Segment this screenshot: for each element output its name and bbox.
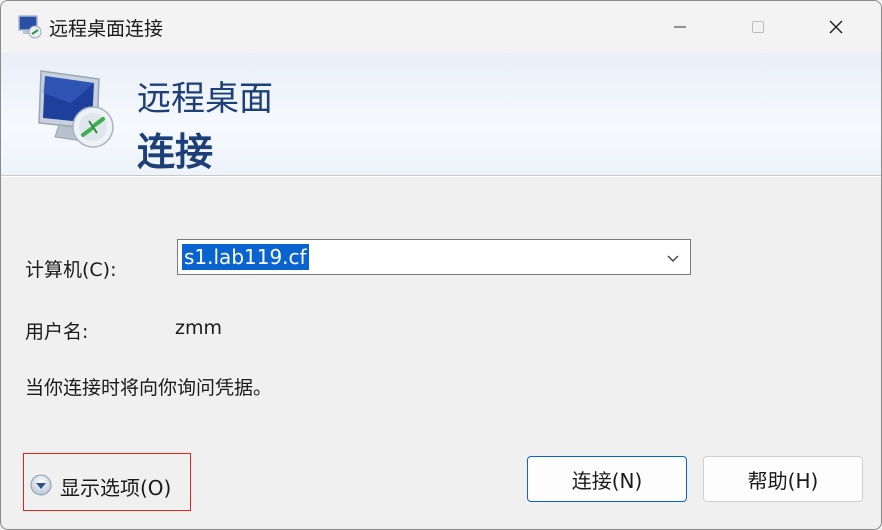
- expand-circle-icon[interactable]: [30, 474, 52, 496]
- show-options-label[interactable]: 显示选项(O): [60, 472, 171, 501]
- remote-desktop-monitor-icon: [38, 70, 114, 148]
- remote-desktop-window: 远程桌面连接 远程桌面 连接 计算机(C): s1.lab119.cf 用户名:…: [0, 0, 882, 530]
- maximize-icon: [752, 21, 764, 33]
- show-options-toggle[interactable]: 显示选项(O): [23, 453, 191, 511]
- close-icon: [829, 20, 843, 34]
- connect-button[interactable]: 连接(N): [527, 456, 687, 502]
- remote-desktop-icon: [18, 15, 42, 39]
- close-button[interactable]: [807, 1, 865, 53]
- window-title: 远程桌面连接: [49, 18, 164, 40]
- minimize-icon: [674, 26, 686, 28]
- username-label: 用户名:: [25, 321, 89, 343]
- minimize-button[interactable]: [651, 1, 709, 53]
- maximize-button[interactable]: [729, 1, 787, 53]
- title-bar[interactable]: 远程桌面连接: [1, 1, 881, 53]
- computer-input-value[interactable]: s1.lab119.cf: [182, 244, 309, 270]
- computer-combobox[interactable]: s1.lab119.cf: [177, 239, 691, 275]
- credentials-note: 当你连接时将向你询问凭据。: [25, 377, 273, 399]
- header-banner: 远程桌面 连接: [1, 53, 881, 175]
- banner-title-line2: 连接: [137, 130, 214, 174]
- banner-title-line1: 远程桌面: [137, 79, 273, 119]
- help-button[interactable]: 帮助(H): [703, 456, 863, 502]
- chevron-down-icon[interactable]: [666, 251, 680, 265]
- username-value: zmm: [175, 317, 222, 339]
- divider-highlight: [1, 176, 881, 177]
- computer-label: 计算机(C):: [25, 259, 117, 281]
